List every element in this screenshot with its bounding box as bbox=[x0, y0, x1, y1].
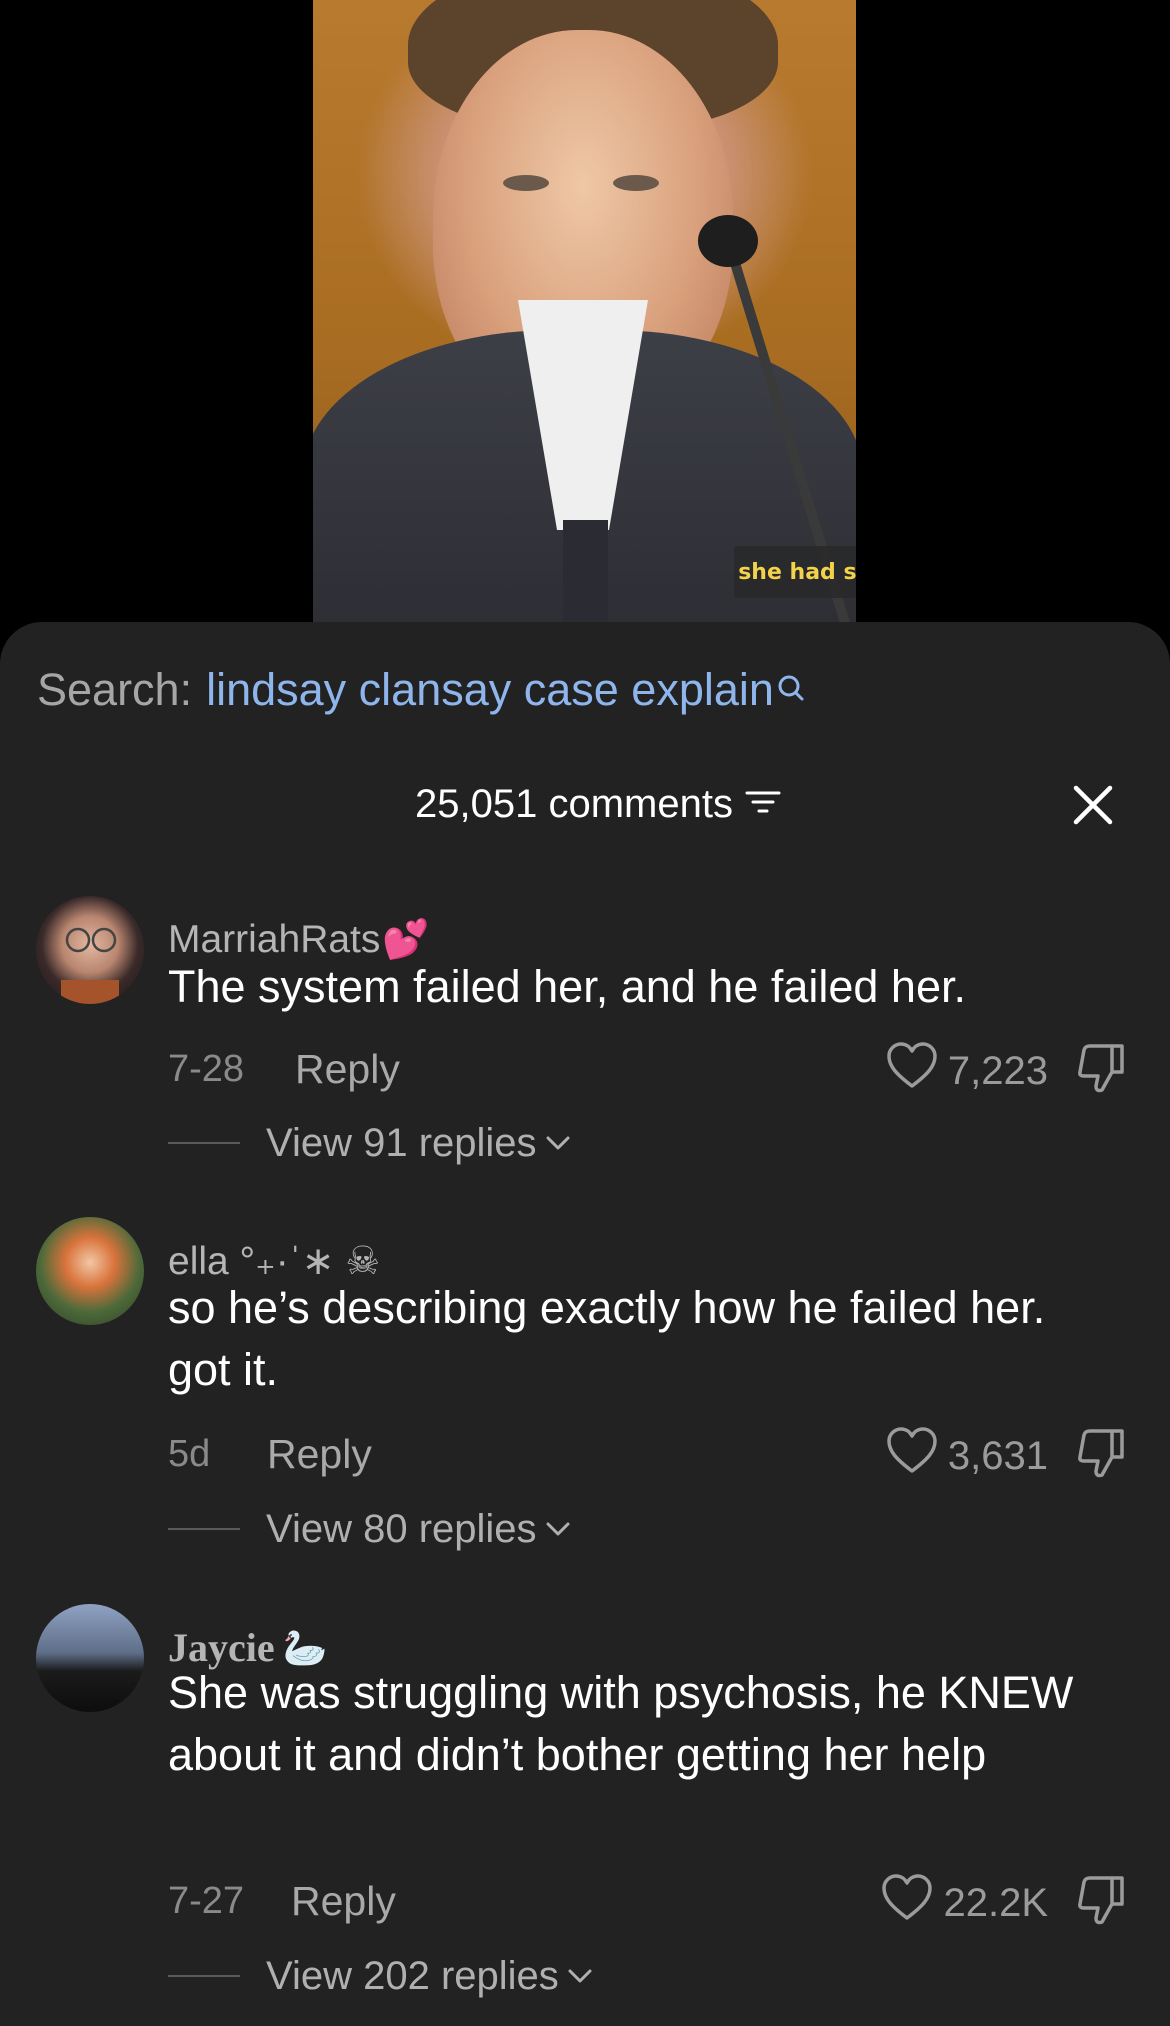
comment-count-sort[interactable]: 25,051 comments bbox=[415, 782, 781, 827]
comment-date: 7-27 bbox=[168, 1880, 245, 1922]
replies-divider bbox=[168, 1142, 240, 1144]
chevron-down-icon bbox=[567, 1966, 593, 1991]
like-button[interactable]: 22.2K bbox=[881, 1874, 1048, 1932]
search-icon[interactable] bbox=[776, 666, 806, 718]
video-figure-eye bbox=[613, 175, 659, 191]
comments-sheet: Search: lindsay clansay case explain 25,… bbox=[0, 622, 1170, 2026]
comment-meta: 7-27 Reply 22.2K bbox=[168, 1874, 1128, 1934]
reply-button[interactable]: Reply bbox=[295, 1046, 400, 1093]
comment-date: 7-28 bbox=[168, 1048, 245, 1090]
microphone-icon bbox=[698, 215, 758, 267]
replies-divider bbox=[168, 1975, 240, 1977]
close-icon[interactable] bbox=[1068, 780, 1118, 830]
view-replies-button[interactable]: View 80 replies bbox=[168, 1504, 571, 1554]
search-label: Search: bbox=[37, 664, 193, 715]
comment-text: The system failed her, and he failed her… bbox=[168, 961, 966, 1012]
comment-text: so he’s describing exactly how he failed… bbox=[168, 1282, 1046, 1395]
like-button[interactable]: 3,631 bbox=[886, 1427, 1048, 1485]
comments-header: 25,051 comments bbox=[0, 782, 1170, 842]
reply-button[interactable]: Reply bbox=[291, 1878, 396, 1925]
chevron-down-icon bbox=[545, 1133, 571, 1158]
like-count: 3,631 bbox=[947, 1433, 1048, 1478]
video-figure-eye bbox=[503, 175, 549, 191]
view-replies-button[interactable]: View 91 replies bbox=[168, 1118, 571, 1168]
dislike-icon[interactable] bbox=[1074, 1874, 1128, 1928]
comment-date: 5d bbox=[168, 1433, 211, 1475]
like-button[interactable]: 7,223 bbox=[886, 1042, 1048, 1100]
replies-divider bbox=[168, 1528, 240, 1530]
dislike-icon[interactable] bbox=[1074, 1042, 1128, 1096]
video-figure-tie bbox=[563, 520, 608, 624]
search-suggestion[interactable]: Search: lindsay clansay case explain bbox=[37, 664, 806, 718]
video-player[interactable]: she had specific thoughts bbox=[313, 0, 856, 624]
avatar[interactable] bbox=[36, 896, 144, 1004]
video-caption: she had specific thoughts bbox=[734, 546, 856, 598]
dislike-icon[interactable] bbox=[1074, 1427, 1128, 1481]
filter-icon[interactable] bbox=[745, 782, 781, 827]
comment-text: She was struggling with psychosis, he KN… bbox=[168, 1667, 1074, 1780]
comment-meta: 5d Reply 3,631 bbox=[168, 1427, 1128, 1487]
comment-count: 25,051 comments bbox=[415, 782, 733, 826]
like-count: 22.2K bbox=[943, 1880, 1048, 1925]
reply-button[interactable]: Reply bbox=[267, 1431, 372, 1478]
heart-icon[interactable] bbox=[886, 1427, 938, 1485]
comment-meta: 7-28 Reply 7,223 bbox=[168, 1042, 1128, 1102]
search-query-link[interactable]: lindsay clansay case explain bbox=[206, 664, 774, 716]
view-replies-button[interactable]: View 202 replies bbox=[168, 1951, 593, 2001]
heart-icon[interactable] bbox=[881, 1874, 933, 1932]
avatar[interactable] bbox=[36, 1604, 144, 1712]
avatar[interactable] bbox=[36, 1217, 144, 1325]
chevron-down-icon bbox=[545, 1519, 571, 1544]
like-count: 7,223 bbox=[947, 1048, 1048, 1093]
heart-icon[interactable] bbox=[886, 1042, 938, 1100]
